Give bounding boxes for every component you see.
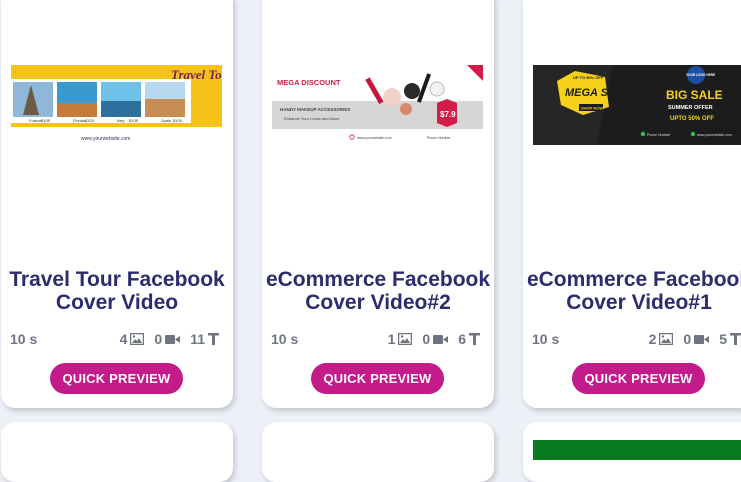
template-meta: 10 s 1 0 6 xyxy=(271,331,480,347)
banner-heading: Travel Tour xyxy=(171,67,222,82)
template-title[interactable]: eCommerce Facebook Cover Video#1 xyxy=(523,268,741,314)
badge-top: UP TO 50% OFF xyxy=(573,75,604,80)
banner-heading: BIG SALE xyxy=(666,88,723,102)
image-count: 1 xyxy=(388,331,413,347)
image-icon xyxy=(398,333,413,345)
video-count: 0 xyxy=(683,331,710,347)
sale-banner-image: UP TO 50% OFF MEGA SALE SHOP NOW YOUR LO… xyxy=(533,65,741,145)
text-icon xyxy=(208,333,219,345)
badge-title: MEGA SALE xyxy=(565,87,631,99)
banner-phone: Phone Number xyxy=(647,133,671,137)
banner-website: www.yourwebsite.com xyxy=(357,136,392,140)
price-label: $105 xyxy=(129,118,139,123)
template-thumbnail[interactable]: MEGA DISCOUNT HANDY MAKEUP ACCESSORIES E… xyxy=(272,65,483,145)
image-count: 4 xyxy=(120,331,145,347)
price-label: $105 xyxy=(173,118,183,123)
banner-line2: Enhance Your Looks and Allure xyxy=(284,116,340,121)
image-icon xyxy=(659,333,674,345)
banner-phone: Phone Number xyxy=(427,136,451,140)
template-meta: 10 s 4 0 11 xyxy=(10,331,219,347)
text-count: 6 xyxy=(458,331,480,347)
duration: 10 s xyxy=(10,331,38,347)
image-count: 2 xyxy=(649,331,674,347)
duration: 10 s xyxy=(271,331,299,347)
banner-website: www.yourwebsite.com xyxy=(81,136,130,142)
banner-logo: YOUR LOGO HERE xyxy=(686,73,715,77)
template-thumbnail[interactable]: UP TO 50% OFF MEGA SALE SHOP NOW YOUR LO… xyxy=(533,65,741,145)
template-card[interactable] xyxy=(1,422,233,482)
template-card[interactable]: MEGA DISCOUNT HANDY MAKEUP ACCESSORIES E… xyxy=(262,0,494,408)
banner-line1: HANDY MAKEUP ACCESSORIES xyxy=(280,107,350,112)
quick-preview-button[interactable]: QUICK PREVIEW xyxy=(50,363,183,394)
banner-price: $7.9 xyxy=(440,110,456,119)
place-label: Spain xyxy=(161,118,171,123)
image-icon xyxy=(130,333,145,345)
video-icon xyxy=(694,334,710,344)
video-count: 0 xyxy=(422,331,449,347)
template-card[interactable] xyxy=(262,422,494,482)
text-count: 11 xyxy=(190,331,219,347)
duration: 10 s xyxy=(532,331,560,347)
text-count: 5 xyxy=(719,331,741,347)
template-card[interactable]: UP TO 50% OFF MEGA SALE SHOP NOW YOUR LO… xyxy=(523,0,741,408)
quick-preview-button[interactable]: QUICK PREVIEW xyxy=(572,363,705,394)
banner-website: www.yourwebsite.com xyxy=(697,133,732,137)
quick-preview-button[interactable]: QUICK PREVIEW xyxy=(311,363,444,394)
template-card[interactable]: France Florida Italy Spain $105 $325 $10… xyxy=(1,0,233,408)
template-meta: 10 s 2 0 5 xyxy=(532,331,741,347)
template-title[interactable]: Travel Tour Facebook Cover Video xyxy=(1,268,233,314)
banner-sub: SUMMER OFFER xyxy=(668,105,713,111)
video-icon xyxy=(165,334,181,344)
template-thumbnail[interactable]: France Florida Italy Spain $105 $325 $10… xyxy=(11,65,222,145)
discount-banner-image: MEGA DISCOUNT HANDY MAKEUP ACCESSORIES E… xyxy=(272,65,483,145)
video-count: 0 xyxy=(154,331,181,347)
price-label: $325 xyxy=(85,118,95,123)
price-label: $105 xyxy=(41,118,51,123)
banner-heading: MEGA DISCOUNT xyxy=(277,78,341,87)
template-title[interactable]: eCommerce Facebook Cover Video#2 xyxy=(262,268,494,314)
template-thumbnail[interactable] xyxy=(533,440,741,460)
place-label: Italy xyxy=(117,118,124,123)
template-card[interactable] xyxy=(523,422,741,482)
text-icon xyxy=(730,333,741,345)
travel-banner-image: France Florida Italy Spain $105 $325 $10… xyxy=(11,65,222,145)
banner-offer: UPTO 50% OFF xyxy=(670,116,714,122)
badge-bottom: SHOP NOW xyxy=(581,106,603,111)
text-icon xyxy=(469,333,480,345)
video-icon xyxy=(433,334,449,344)
